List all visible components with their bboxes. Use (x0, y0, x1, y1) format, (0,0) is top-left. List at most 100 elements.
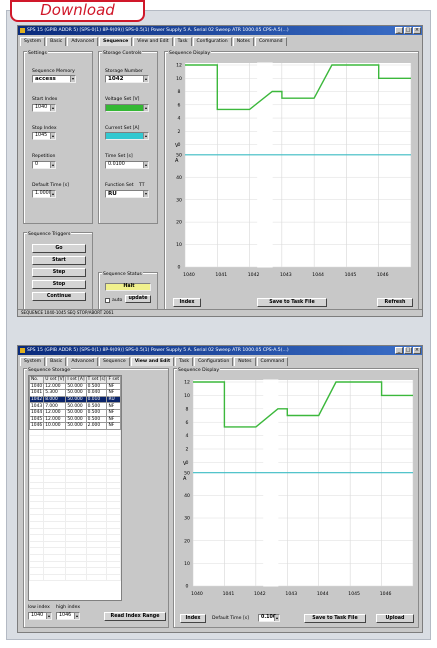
spin-arrows-icon[interactable]: ▾ (70, 76, 75, 82)
close-icon[interactable]: × (413, 27, 421, 34)
table-cell (106, 507, 122, 516)
table-cell (106, 521, 122, 529)
table-cell (106, 455, 122, 463)
sequence-display-group: Sequence Display 12 10 8 6 4 2 0 50 40 30 20 10 0 1… (164, 51, 419, 310)
col-header[interactable]: U set [V] (43, 376, 67, 384)
tab-sequence[interactable]: Sequence (99, 37, 133, 46)
spin-arrows-icon[interactable]: ▴ (74, 613, 79, 619)
tab-notes[interactable]: Notes (234, 357, 256, 366)
stop-button[interactable]: Stop (32, 280, 86, 289)
repetition-field[interactable]: 0 ▴ (32, 161, 56, 169)
table-row[interactable]: 1044 12.000 50.000 0.500 NF (28, 408, 122, 417)
upload-button[interactable]: Upload (376, 614, 414, 623)
tab-command[interactable]: Command (256, 357, 289, 366)
window-title-bar: SPS 15 (GPIB ADDR 5) [SPS-0(1) 8P-9(09)]… (18, 346, 422, 355)
voltage-set-field[interactable]: ▴ (105, 104, 149, 112)
tab-configuration[interactable]: Configuration (192, 37, 232, 46)
x-tick-label: 1041 (223, 591, 235, 597)
col-header[interactable]: T set [s] (85, 376, 108, 384)
spin-arrows-icon[interactable]: ▴ (274, 615, 279, 621)
maximize-icon[interactable]: □ (404, 347, 412, 354)
table-row[interactable]: 1043 7.000 50.000 0.500 NF (28, 402, 122, 410)
spin-arrows-icon[interactable]: ▴ (50, 133, 55, 139)
table-row[interactable]: 1041 5.300 50.000 0.040 NF (28, 389, 122, 397)
low-index-field[interactable]: 1040 ▴ (28, 612, 52, 620)
tab-advanced[interactable]: Advanced (67, 37, 99, 46)
start-index-field[interactable]: 1040 ▴ (32, 104, 56, 112)
maximize-icon[interactable]: □ (404, 27, 412, 34)
time-set-field[interactable]: 0.0100 ▴ (105, 161, 149, 169)
col-header[interactable]: I set [A] (65, 376, 87, 384)
continue-button[interactable]: Continue (32, 292, 86, 301)
refresh-button[interactable]: Refresh (377, 298, 413, 307)
tab-view-and-edit[interactable]: View and Edit (133, 37, 173, 46)
table-cell (85, 507, 108, 516)
tab-notes[interactable]: Notes (232, 37, 254, 46)
index-button[interactable]: Index (180, 614, 206, 623)
read-index-range-button[interactable]: Read Index Range (104, 612, 166, 621)
step-button[interactable]: Step (32, 268, 86, 277)
close-icon[interactable]: × (413, 347, 421, 354)
table-cell (28, 468, 45, 476)
spin-arrows-icon[interactable]: ▴ (50, 162, 55, 168)
spin-arrows-icon[interactable]: ▴ (46, 613, 51, 619)
tab-task[interactable]: Task (173, 37, 192, 46)
table-cell (43, 507, 67, 516)
spin-arrows-icon[interactable]: ▴ (143, 162, 148, 168)
y-tick-label: 12 (184, 380, 190, 386)
spin-arrows-icon[interactable]: ▴ (50, 105, 55, 111)
tab-bar: System Basic Advanced Sequence View and … (20, 357, 420, 366)
storage-table-box[interactable]: No. U set [V] I set [A] T set [s] F set … (28, 375, 122, 601)
table-cell (106, 573, 122, 582)
auto-checkbox[interactable] (105, 298, 110, 303)
tab-advanced[interactable]: Advanced (67, 357, 99, 366)
table-row[interactable]: 1040 12.000 50.000 0.500 NF (28, 382, 122, 391)
tab-view-and-edit[interactable]: View and Edit (130, 357, 175, 366)
table-row[interactable]: 1046 10.000 50.000 2.000 NF (28, 422, 122, 430)
sequence-chart-2: 121086420 50403020100 1040 1041 1042 1043 10… (177, 377, 417, 605)
spin-arrows-icon[interactable]: ▴ (143, 133, 148, 139)
save-to-task-file-button[interactable]: Save to Task File (257, 298, 327, 307)
tab-command[interactable]: Command (254, 37, 287, 46)
download-badge[interactable]: Download (10, 0, 145, 22)
spin-arrows-icon[interactable]: ▴ (143, 76, 148, 82)
update-button[interactable]: update (125, 295, 151, 303)
spin-arrows-icon[interactable]: ▴ (143, 105, 148, 111)
table-cell (65, 501, 87, 509)
go-button[interactable]: Go (32, 244, 86, 253)
tab-task[interactable]: Task (175, 357, 194, 366)
table-row[interactable]: 1042 8.000 50.000 0.010 RU (28, 395, 122, 404)
tab-system[interactable]: System (20, 357, 46, 366)
empty-row (28, 455, 122, 463)
spin-arrows-icon[interactable]: ▴ (50, 191, 55, 197)
minimize-icon[interactable]: _ (395, 27, 403, 34)
index-button[interactable]: Index (173, 298, 201, 307)
start-button[interactable]: Start (32, 256, 86, 265)
current-set-field[interactable]: ▴ (105, 132, 149, 140)
col-header[interactable]: No. (28, 376, 45, 384)
empty-row (28, 474, 122, 483)
minimize-icon[interactable]: _ (395, 347, 403, 354)
empty-row (28, 468, 122, 476)
table-cell: RU (106, 395, 122, 404)
table-row[interactable]: 1045 12.000 50.000 0.500 NF (28, 415, 122, 424)
table-cell (43, 474, 67, 483)
y-tick-label: 40 (176, 175, 182, 181)
function-set-select[interactable]: RU ▾ (105, 190, 149, 198)
stop-index-field[interactable]: 1045 ▴ (32, 132, 56, 140)
tab-system[interactable]: System (20, 37, 46, 46)
x-tick-label: 1040 (191, 591, 203, 597)
high-index-field[interactable]: 1046 ▴ (56, 612, 80, 620)
default-time-field[interactable]: 0.100 ▴ (258, 614, 280, 622)
sequence-memory-field[interactable]: access ▾ (32, 75, 76, 83)
tab-basic[interactable]: Basic (46, 357, 67, 366)
default-time-field[interactable]: 1.0000 ▴ (32, 190, 56, 198)
col-header[interactable]: F set (106, 376, 122, 384)
tab-sequence[interactable]: Sequence (99, 357, 130, 366)
tab-basic[interactable]: Basic (46, 37, 67, 46)
chevron-down-icon[interactable]: ▾ (143, 191, 148, 197)
save-to-task-file-button[interactable]: Save to Task File (304, 614, 366, 623)
tab-configuration[interactable]: Configuration (194, 357, 234, 366)
table-cell (106, 428, 122, 437)
storage-number-field[interactable]: 1042 ▴ (105, 75, 149, 83)
